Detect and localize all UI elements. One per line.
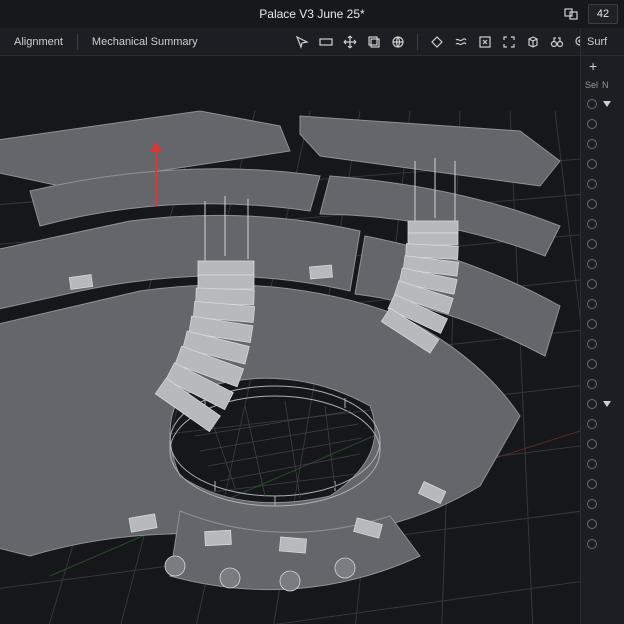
expand-triangle-icon[interactable] bbox=[603, 101, 611, 107]
expand-icon[interactable] bbox=[474, 31, 496, 53]
scene-svg bbox=[0, 56, 580, 624]
surface-row[interactable] bbox=[581, 214, 624, 234]
select-radio[interactable] bbox=[587, 299, 597, 309]
3d-viewport[interactable] bbox=[0, 56, 580, 624]
surface-row[interactable] bbox=[581, 394, 624, 414]
cursor-icon[interactable] bbox=[291, 31, 313, 53]
surface-row[interactable] bbox=[581, 274, 624, 294]
fullscreen-icon[interactable] bbox=[498, 31, 520, 53]
select-radio[interactable] bbox=[587, 179, 597, 189]
snapshot-count[interactable]: 42 bbox=[588, 4, 618, 24]
surface-row[interactable] bbox=[581, 494, 624, 514]
surface-row[interactable] bbox=[581, 134, 624, 154]
select-radio[interactable] bbox=[587, 199, 597, 209]
side-columns: Sel N bbox=[581, 76, 624, 94]
select-radio[interactable] bbox=[587, 119, 597, 129]
cube-icon[interactable] bbox=[522, 31, 544, 53]
divider bbox=[417, 34, 418, 50]
side-panel-header: Surf bbox=[581, 28, 624, 56]
layers-icon[interactable] bbox=[363, 31, 385, 53]
select-radio[interactable] bbox=[587, 159, 597, 169]
select-radio[interactable] bbox=[587, 279, 597, 289]
add-surface-button[interactable]: + bbox=[581, 56, 624, 76]
col-n: N bbox=[602, 80, 609, 90]
tab-mechanical-summary[interactable]: Mechanical Summary bbox=[84, 31, 206, 53]
tool-group-nav bbox=[289, 31, 411, 53]
select-radio[interactable] bbox=[587, 439, 597, 449]
move-icon[interactable] bbox=[339, 31, 361, 53]
divider bbox=[77, 34, 78, 50]
side-panel: Surf + Sel N bbox=[580, 28, 624, 624]
surface-row[interactable] bbox=[581, 434, 624, 454]
select-radio[interactable] bbox=[587, 459, 597, 469]
surface-row[interactable] bbox=[581, 194, 624, 214]
select-radio[interactable] bbox=[587, 419, 597, 429]
surface-row[interactable] bbox=[581, 374, 624, 394]
surface-row[interactable] bbox=[581, 514, 624, 534]
tab-alignment[interactable]: Alignment bbox=[6, 31, 71, 53]
select-radio[interactable] bbox=[587, 259, 597, 269]
surface-row[interactable] bbox=[581, 114, 624, 134]
surface-row[interactable] bbox=[581, 174, 624, 194]
document-title: Palace V3 June 25* bbox=[259, 7, 364, 21]
select-radio[interactable] bbox=[587, 359, 597, 369]
select-radio[interactable] bbox=[587, 219, 597, 229]
surface-row[interactable] bbox=[581, 294, 624, 314]
binoculars-icon[interactable] bbox=[546, 31, 568, 53]
col-sel: Sel bbox=[585, 80, 598, 90]
title-bar: Palace V3 June 25* 42 bbox=[0, 0, 624, 28]
sync-icon[interactable] bbox=[560, 3, 582, 25]
diamond-icon[interactable] bbox=[426, 31, 448, 53]
venue-surfaces bbox=[0, 111, 560, 590]
expand-triangle-icon[interactable] bbox=[603, 401, 611, 407]
surface-row[interactable] bbox=[581, 234, 624, 254]
waves-icon[interactable] bbox=[450, 31, 472, 53]
surface-row[interactable] bbox=[581, 454, 624, 474]
select-radio[interactable] bbox=[587, 519, 597, 529]
select-radio[interactable] bbox=[587, 319, 597, 329]
surface-row[interactable] bbox=[581, 534, 624, 554]
main-toolbar: Alignment Mechanical Summary bbox=[0, 28, 624, 56]
surface-row[interactable] bbox=[581, 314, 624, 334]
surface-row[interactable] bbox=[581, 354, 624, 374]
globe-icon[interactable] bbox=[387, 31, 409, 53]
select-radio[interactable] bbox=[587, 499, 597, 509]
select-radio[interactable] bbox=[587, 539, 597, 549]
keyboard-icon[interactable] bbox=[315, 31, 337, 53]
surface-row[interactable] bbox=[581, 334, 624, 354]
select-radio[interactable] bbox=[587, 339, 597, 349]
surface-row[interactable] bbox=[581, 414, 624, 434]
select-radio[interactable] bbox=[587, 139, 597, 149]
surface-row[interactable] bbox=[581, 94, 624, 114]
surface-list bbox=[581, 94, 624, 554]
surface-row[interactable] bbox=[581, 154, 624, 174]
select-radio[interactable] bbox=[587, 239, 597, 249]
surface-row[interactable] bbox=[581, 474, 624, 494]
select-radio[interactable] bbox=[587, 399, 597, 409]
select-radio[interactable] bbox=[587, 479, 597, 489]
select-radio[interactable] bbox=[587, 99, 597, 109]
select-radio[interactable] bbox=[587, 379, 597, 389]
surface-row[interactable] bbox=[581, 254, 624, 274]
